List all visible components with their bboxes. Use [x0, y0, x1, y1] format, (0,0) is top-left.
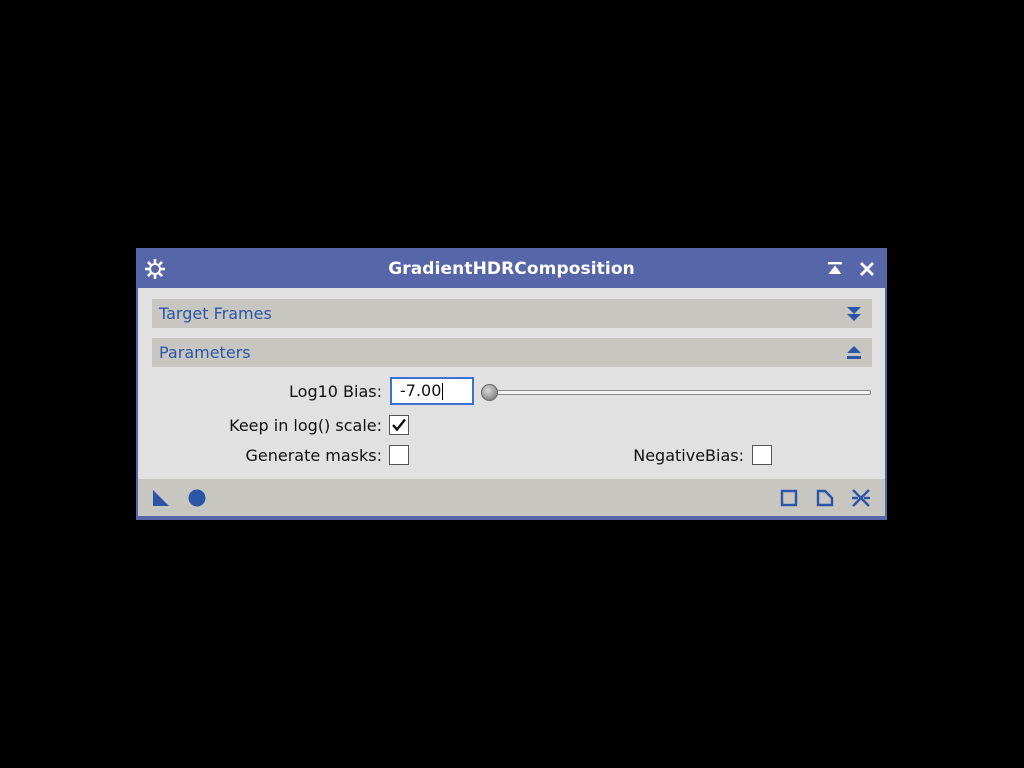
chevron-up-icon[interactable] [844, 343, 864, 363]
log10-bias-label: Log10 Bias: [289, 382, 382, 401]
log10-bias-value: -7.00 [400, 381, 442, 400]
apply-global-icon[interactable] [186, 487, 208, 509]
section-parameters[interactable]: Parameters [152, 338, 872, 367]
log10-bias-slider-handle[interactable] [481, 384, 498, 401]
keep-log-scale-label: Keep in log() scale: [229, 416, 382, 435]
section-label: Parameters [159, 343, 251, 362]
log10-bias-input[interactable]: -7.00 [390, 377, 474, 405]
generate-masks-label: Generate masks: [245, 446, 382, 465]
text-caret [442, 383, 444, 400]
section-label: Target Frames [159, 304, 272, 323]
reset-icon[interactable] [850, 487, 872, 509]
section-target-frames[interactable]: Target Frames [152, 299, 872, 328]
process-window: GradientHDRComposition Target Frames Par… [136, 248, 887, 520]
close-icon[interactable] [856, 258, 878, 280]
title-bar[interactable]: GradientHDRComposition [138, 250, 885, 288]
window-title: GradientHDRComposition [388, 259, 635, 279]
new-instance-icon[interactable] [150, 487, 172, 509]
generate-masks-checkbox[interactable] [389, 445, 409, 465]
documentation-icon[interactable] [814, 487, 836, 509]
preview-icon[interactable] [778, 487, 800, 509]
negative-bias-checkbox[interactable] [752, 445, 772, 465]
process-control-bar [138, 479, 885, 516]
keep-log-scale-checkbox[interactable] [389, 415, 409, 435]
negative-bias-label: NegativeBias: [633, 446, 744, 465]
process-content: Target Frames Parameters Log10 Bias: -7.… [138, 288, 885, 479]
log10-bias-slider-track[interactable] [487, 390, 871, 395]
shade-icon[interactable] [824, 258, 846, 280]
double-chevron-down-icon[interactable] [844, 304, 864, 324]
checkmark-icon [392, 418, 406, 432]
